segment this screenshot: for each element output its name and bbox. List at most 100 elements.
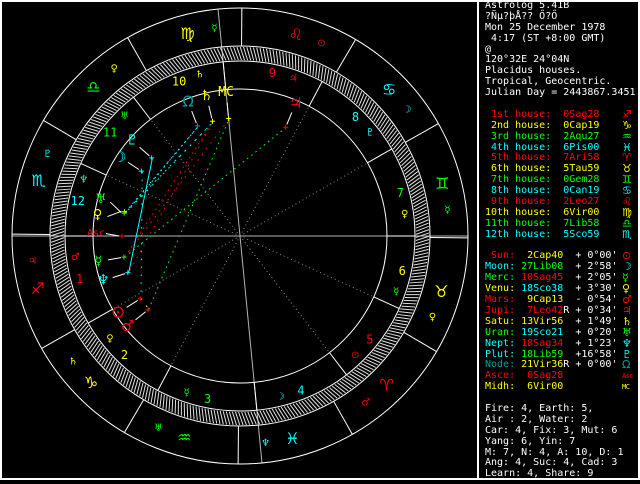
degree-tick (347, 376, 359, 383)
degree-tick (278, 408, 285, 420)
degree-tick (342, 379, 353, 387)
house-number-12: 12 (71, 194, 85, 208)
degree-tick (52, 213, 65, 216)
object-label: Jupi: (485, 305, 515, 316)
degree-tick (166, 396, 167, 410)
degree-tick (276, 51, 278, 65)
degree-tick (151, 389, 153, 403)
degree-tick (55, 198, 69, 200)
degree-tick (52, 210, 65, 213)
degree-tick (381, 120, 389, 131)
degree-tick (55, 195, 69, 196)
summary-text: Yang: 6, Yin: 7 (485, 436, 575, 447)
degree-tick (75, 144, 88, 147)
degree-tick (332, 386, 343, 395)
degree-tick (415, 213, 427, 219)
house-label: 6th house: (485, 163, 551, 174)
object-position: 9Cap13 (515, 294, 563, 305)
object-label: Merc: (485, 272, 515, 283)
sign-ruler-icon: ☽ (402, 105, 411, 116)
degree-tick (409, 178, 420, 186)
sign-boundary (128, 38, 147, 71)
planet-icon: Ω (622, 360, 640, 371)
house-number-2: 2 (121, 348, 128, 362)
planet-pointer (127, 300, 138, 307)
degree-tick (198, 52, 205, 64)
sign-ruler-icon: ♇ (43, 149, 52, 160)
object-label: Venu: (485, 283, 515, 294)
sign-glyph-scorpio: ♏ (31, 171, 45, 190)
object-position: 21Vir36 (515, 359, 563, 370)
planet-glyph-mars: ♂ (121, 317, 134, 335)
degree-tick (385, 336, 398, 340)
degree-tick (61, 289, 72, 297)
degree-tick (273, 50, 275, 64)
house-boundary (329, 353, 346, 375)
house-number-1: 1 (76, 272, 83, 286)
degree-tick (204, 50, 211, 62)
degree-tick (393, 139, 402, 149)
degree-tick (365, 100, 371, 112)
degree-tick (299, 402, 308, 413)
at-symbol: @ (485, 44, 491, 55)
degree-tick (51, 222, 64, 226)
house-boundary (374, 297, 399, 309)
planet-pointer (108, 258, 121, 260)
degree-tick (281, 407, 289, 419)
summary-text: Ang: 4, Suc: 4, Cad: 3 (485, 457, 617, 468)
degree-tick (102, 353, 109, 365)
degree-tick (107, 102, 119, 108)
degree-tick (405, 165, 416, 174)
degree-tick (337, 383, 348, 391)
degree-tick (58, 280, 69, 288)
degree-tick (376, 112, 383, 124)
degree-tick (335, 384, 346, 392)
object-label: Uran: (485, 327, 515, 338)
planet-pointer (128, 162, 139, 169)
planet-glyph-moon: ☽ (113, 148, 126, 166)
planet-position-dot (210, 119, 215, 124)
house-position: 5Tau59 (551, 163, 599, 174)
degree-tick (396, 145, 405, 155)
degree-tick (399, 312, 413, 313)
degree-tick (374, 110, 381, 122)
house-number-4: 4 (297, 383, 304, 397)
degree-tick (143, 74, 153, 83)
degree-tick (53, 207, 67, 209)
house-label: 12th house: (485, 229, 551, 240)
degree-tick (154, 391, 156, 405)
planet-pointer (135, 312, 145, 320)
planet-glyph-uran: ♅ (95, 192, 107, 207)
degree-tick (148, 388, 151, 401)
degree-tick (415, 256, 428, 259)
degree-tick (190, 405, 191, 419)
panel-divider (477, 0, 479, 480)
degree-tick (73, 315, 83, 325)
degree-tick (53, 259, 65, 265)
summary-text: Air : 2, Water: 2 (485, 414, 587, 425)
sign-ruler-icon: ♃ (28, 256, 37, 267)
degree-tick (202, 408, 204, 422)
degree-tick (172, 59, 181, 70)
degree-tick (412, 190, 424, 197)
house-position: 7Lib58 (551, 218, 599, 229)
degree-tick (157, 66, 167, 76)
house-number-7: 7 (397, 186, 404, 200)
degree-tick (412, 194, 424, 201)
planet-pointer (107, 211, 121, 216)
degree-tick (121, 89, 133, 96)
degree-tick (102, 107, 114, 113)
degree-tick (372, 107, 379, 119)
degree-tick (284, 406, 292, 417)
degree-tick (179, 57, 187, 68)
degree-tick (114, 95, 126, 102)
degree-tick (414, 207, 426, 213)
degree-tick (69, 156, 83, 158)
summary-line: Learn: 4, Share: 9 (485, 469, 637, 480)
house-ruler-icon: ♀ (401, 209, 408, 220)
sign-ruler-icon: ☿ (211, 23, 217, 34)
degree-tick (263, 48, 266, 61)
house-boundary (309, 82, 322, 107)
house-row: 12th house: 5Sco59♏ (485, 230, 637, 241)
degree-tick (327, 69, 329, 83)
